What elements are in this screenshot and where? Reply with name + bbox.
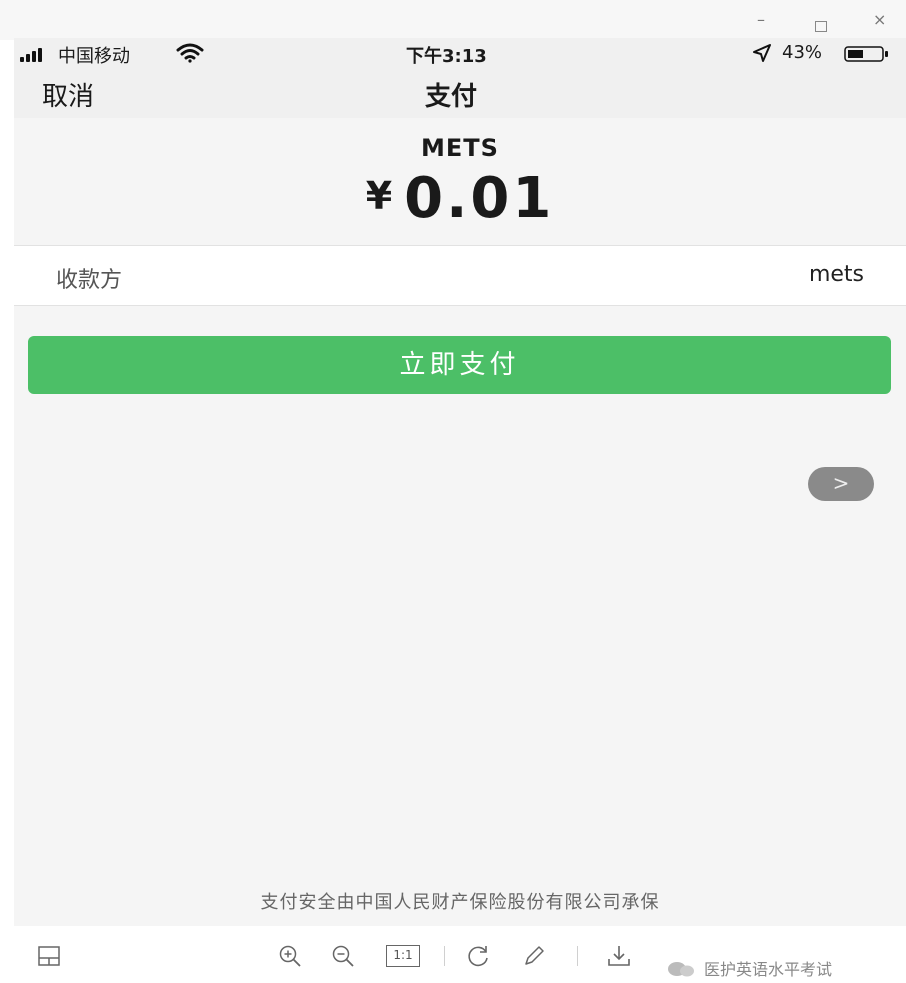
thumbnail-icon[interactable] [38,946,60,966]
payment-amount: ¥0.01 [14,166,906,231]
amount-value: 0.01 [404,166,555,231]
pay-now-button[interactable]: 立即支付 [28,336,891,394]
payee-value: mets [808,262,864,287]
battery-icon [844,46,888,62]
rotate-icon[interactable] [466,944,490,968]
amount-panel: METS ¥0.01 [14,118,906,246]
toolbar-divider [444,946,445,966]
edit-icon[interactable] [522,944,546,968]
wechat-icon [668,962,694,977]
download-icon[interactable] [607,944,631,968]
cancel-button[interactable]: 取消 [42,76,94,113]
status-bar: 中国移动 下午3:13 43% [14,38,906,68]
payee-label: 收款方 [56,268,123,293]
main-content: 立即支付 > 支付安全由中国人民财产保险股份有限公司承保 [14,306,906,926]
zoom-in-icon[interactable] [278,944,302,968]
watermark-text: 医护英语水平考试 [704,960,833,979]
actual-size-icon[interactable]: 1:1 [386,945,420,967]
toolbar-divider [577,946,578,966]
zoom-out-icon[interactable] [331,944,355,968]
merchant-name: METS [421,134,499,162]
page-title: 支付 [425,82,478,112]
currency-symbol: ¥ [365,174,393,218]
signal-icon [20,48,50,62]
window-controls: – × [0,0,906,40]
battery-percent: 43% [782,42,823,63]
status-time: 下午3:13 [406,46,487,67]
payee-row: 收款方 mets [14,246,906,306]
insurance-note: 支付安全由中国人民财产保险股份有限公司承保 [260,892,660,913]
minimize-button[interactable]: – [757,10,765,29]
carrier-name: 中国移动 [58,46,130,67]
viewer-toolbar: 1:1 医护英语水平考试 [0,926,906,983]
close-button[interactable]: × [873,10,886,29]
maximize-button[interactable] [815,21,827,32]
location-icon [753,44,771,62]
next-button[interactable]: > [808,467,874,501]
watermark: 医护英语水平考试 [666,956,832,980]
wifi-icon [176,43,204,63]
nav-bar: 取消 支付 [14,68,906,118]
